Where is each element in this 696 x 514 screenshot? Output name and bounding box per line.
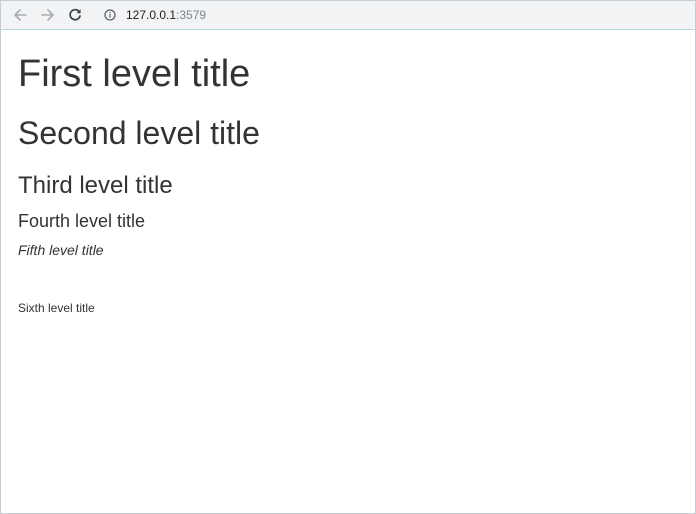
heading-level-1: First level title xyxy=(18,53,251,95)
url-host: 127.0.0.1 xyxy=(126,8,177,22)
heading-level-6: Sixth level title xyxy=(18,301,95,315)
forward-button[interactable] xyxy=(37,4,59,26)
reload-icon xyxy=(69,8,81,21)
url-port: :3579 xyxy=(176,8,207,22)
info-icon[interactable] xyxy=(103,8,117,22)
url-text[interactable]: 127.0.0.1:3579 xyxy=(126,8,206,22)
heading-level-4: Fourth level title xyxy=(18,211,146,231)
arrow-left-icon xyxy=(14,9,27,21)
reload-button[interactable] xyxy=(64,4,86,26)
heading-level-3: Third level title xyxy=(18,172,173,199)
browser-window: 127.0.0.1:3579 First level title Second … xyxy=(0,0,696,514)
page-content: First level title Second level title Thi… xyxy=(18,30,695,513)
heading-level-2: Second level title xyxy=(18,115,260,151)
back-button[interactable] xyxy=(9,4,31,26)
browser-toolbar: 127.0.0.1:3579 xyxy=(1,1,695,30)
heading-level-5: Fifth level title xyxy=(18,242,104,258)
arrow-right-icon xyxy=(41,9,54,21)
address-bar[interactable]: 127.0.0.1:3579 xyxy=(95,3,687,27)
